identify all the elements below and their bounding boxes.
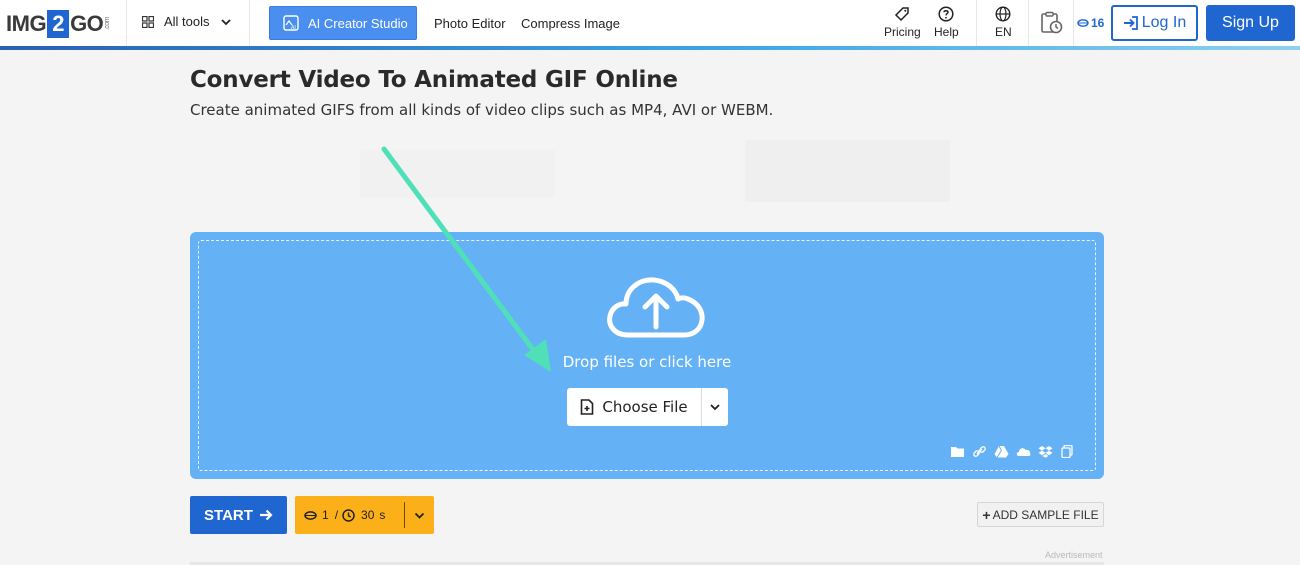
ai-creator-label: AI Creator Studio	[308, 15, 408, 31]
arrow-right-icon	[259, 509, 273, 521]
cloud-upload-icon	[607, 277, 705, 338]
coin-icon	[304, 510, 317, 520]
tag-icon	[895, 7, 910, 22]
page-title: Convert Video To Animated GIF Online	[190, 67, 678, 93]
dropzone-border: Drop files or click here Choose File	[198, 240, 1096, 471]
all-tools-menu[interactable]: All tools	[142, 14, 232, 29]
conversion-cost-info: 1 / 30 s	[295, 502, 405, 528]
pricing-label: Pricing	[884, 25, 921, 39]
clipboard-icon[interactable]	[1060, 445, 1075, 458]
nav-compress-image[interactable]: Compress Image	[521, 16, 620, 31]
ai-creator-studio-button[interactable]: AI AI Creator Studio	[269, 6, 417, 40]
header-divider	[1073, 0, 1074, 46]
nav-photo-editor[interactable]: Photo Editor	[434, 16, 506, 31]
header-accent-bar	[0, 46, 1300, 50]
add-sample-label: ADD SAMPLE FILE	[992, 507, 1099, 522]
login-label: Log In	[1141, 14, 1187, 31]
logo-text-suffix: .com	[104, 17, 112, 31]
duration-unit: s	[379, 508, 386, 522]
start-label: START	[204, 506, 253, 524]
choose-file-button[interactable]: Choose File	[567, 388, 728, 426]
svg-text:AI: AI	[291, 25, 296, 31]
pricing-link[interactable]: Pricing	[884, 6, 921, 39]
add-sample-file-button[interactable]: + ADD SAMPLE FILE	[977, 502, 1104, 527]
upload-dropzone[interactable]: Drop files or click here Choose File	[190, 232, 1104, 479]
globe-icon	[995, 6, 1011, 22]
dropbox-icon[interactable]	[1038, 445, 1053, 458]
file-add-icon	[581, 399, 594, 415]
google-drive-icon[interactable]	[994, 445, 1009, 458]
choose-file-label: Choose File	[602, 398, 688, 416]
logo-text-left: IMG	[6, 11, 47, 36]
choose-file-dropdown[interactable]	[702, 388, 728, 426]
signup-button[interactable]: Sign Up	[1206, 5, 1295, 41]
advertisement-label: Advertisement	[1045, 550, 1103, 560]
grid-icon	[142, 15, 154, 28]
plus-icon: +	[982, 506, 991, 523]
language-selector[interactable]: EN	[995, 6, 1012, 39]
help-icon	[938, 6, 954, 22]
help-link[interactable]: Help	[934, 6, 959, 39]
coin-icon	[1077, 19, 1089, 27]
all-tools-label: All tools	[164, 14, 210, 29]
site-logo[interactable]: IMG 2 GO .com	[6, 8, 111, 40]
credit-cost-value: 1	[322, 508, 329, 522]
header-divider	[1028, 0, 1029, 46]
chevron-down-icon	[414, 512, 425, 519]
header-divider	[126, 0, 127, 46]
language-label: EN	[995, 25, 1012, 39]
header-divider	[976, 0, 977, 46]
folder-icon[interactable]	[950, 445, 965, 458]
page-subtitle: Create animated GIFS from all kinds of v…	[190, 101, 774, 119]
credits-counter[interactable]: 16	[1077, 16, 1104, 30]
onedrive-icon[interactable]	[1016, 445, 1031, 458]
link-icon[interactable]	[972, 445, 987, 458]
start-button[interactable]: START	[190, 496, 287, 534]
choose-file-main[interactable]: Choose File	[567, 388, 702, 426]
signup-label: Sign Up	[1222, 14, 1279, 31]
clock-icon	[342, 508, 355, 522]
drop-files-text: Drop files or click here	[562, 353, 732, 371]
conversion-cost-button[interactable]: 1 / 30 s	[295, 496, 434, 534]
top-header: IMG 2 GO .com All tools AI AI Creator St…	[0, 0, 1300, 50]
sign-in-icon	[1123, 16, 1138, 30]
chevron-down-icon	[220, 18, 231, 25]
faded-ad-block	[745, 140, 950, 202]
logo-text-mid: 2	[47, 10, 70, 38]
help-label: Help	[934, 25, 959, 39]
ai-image-icon: AI	[283, 15, 299, 31]
login-button[interactable]: Log In	[1111, 5, 1198, 41]
upload-sources	[950, 445, 1075, 458]
header-divider	[249, 0, 250, 46]
chevron-down-icon	[710, 404, 720, 411]
cost-separator: /	[334, 508, 339, 522]
history-clipboard-icon[interactable]	[1040, 11, 1064, 35]
duration-value: 30	[361, 508, 375, 522]
faded-ad-block	[360, 150, 555, 198]
logo-text-right: GO	[70, 11, 104, 36]
credits-count: 16	[1091, 16, 1105, 30]
conversion-cost-dropdown[interactable]	[405, 510, 434, 521]
